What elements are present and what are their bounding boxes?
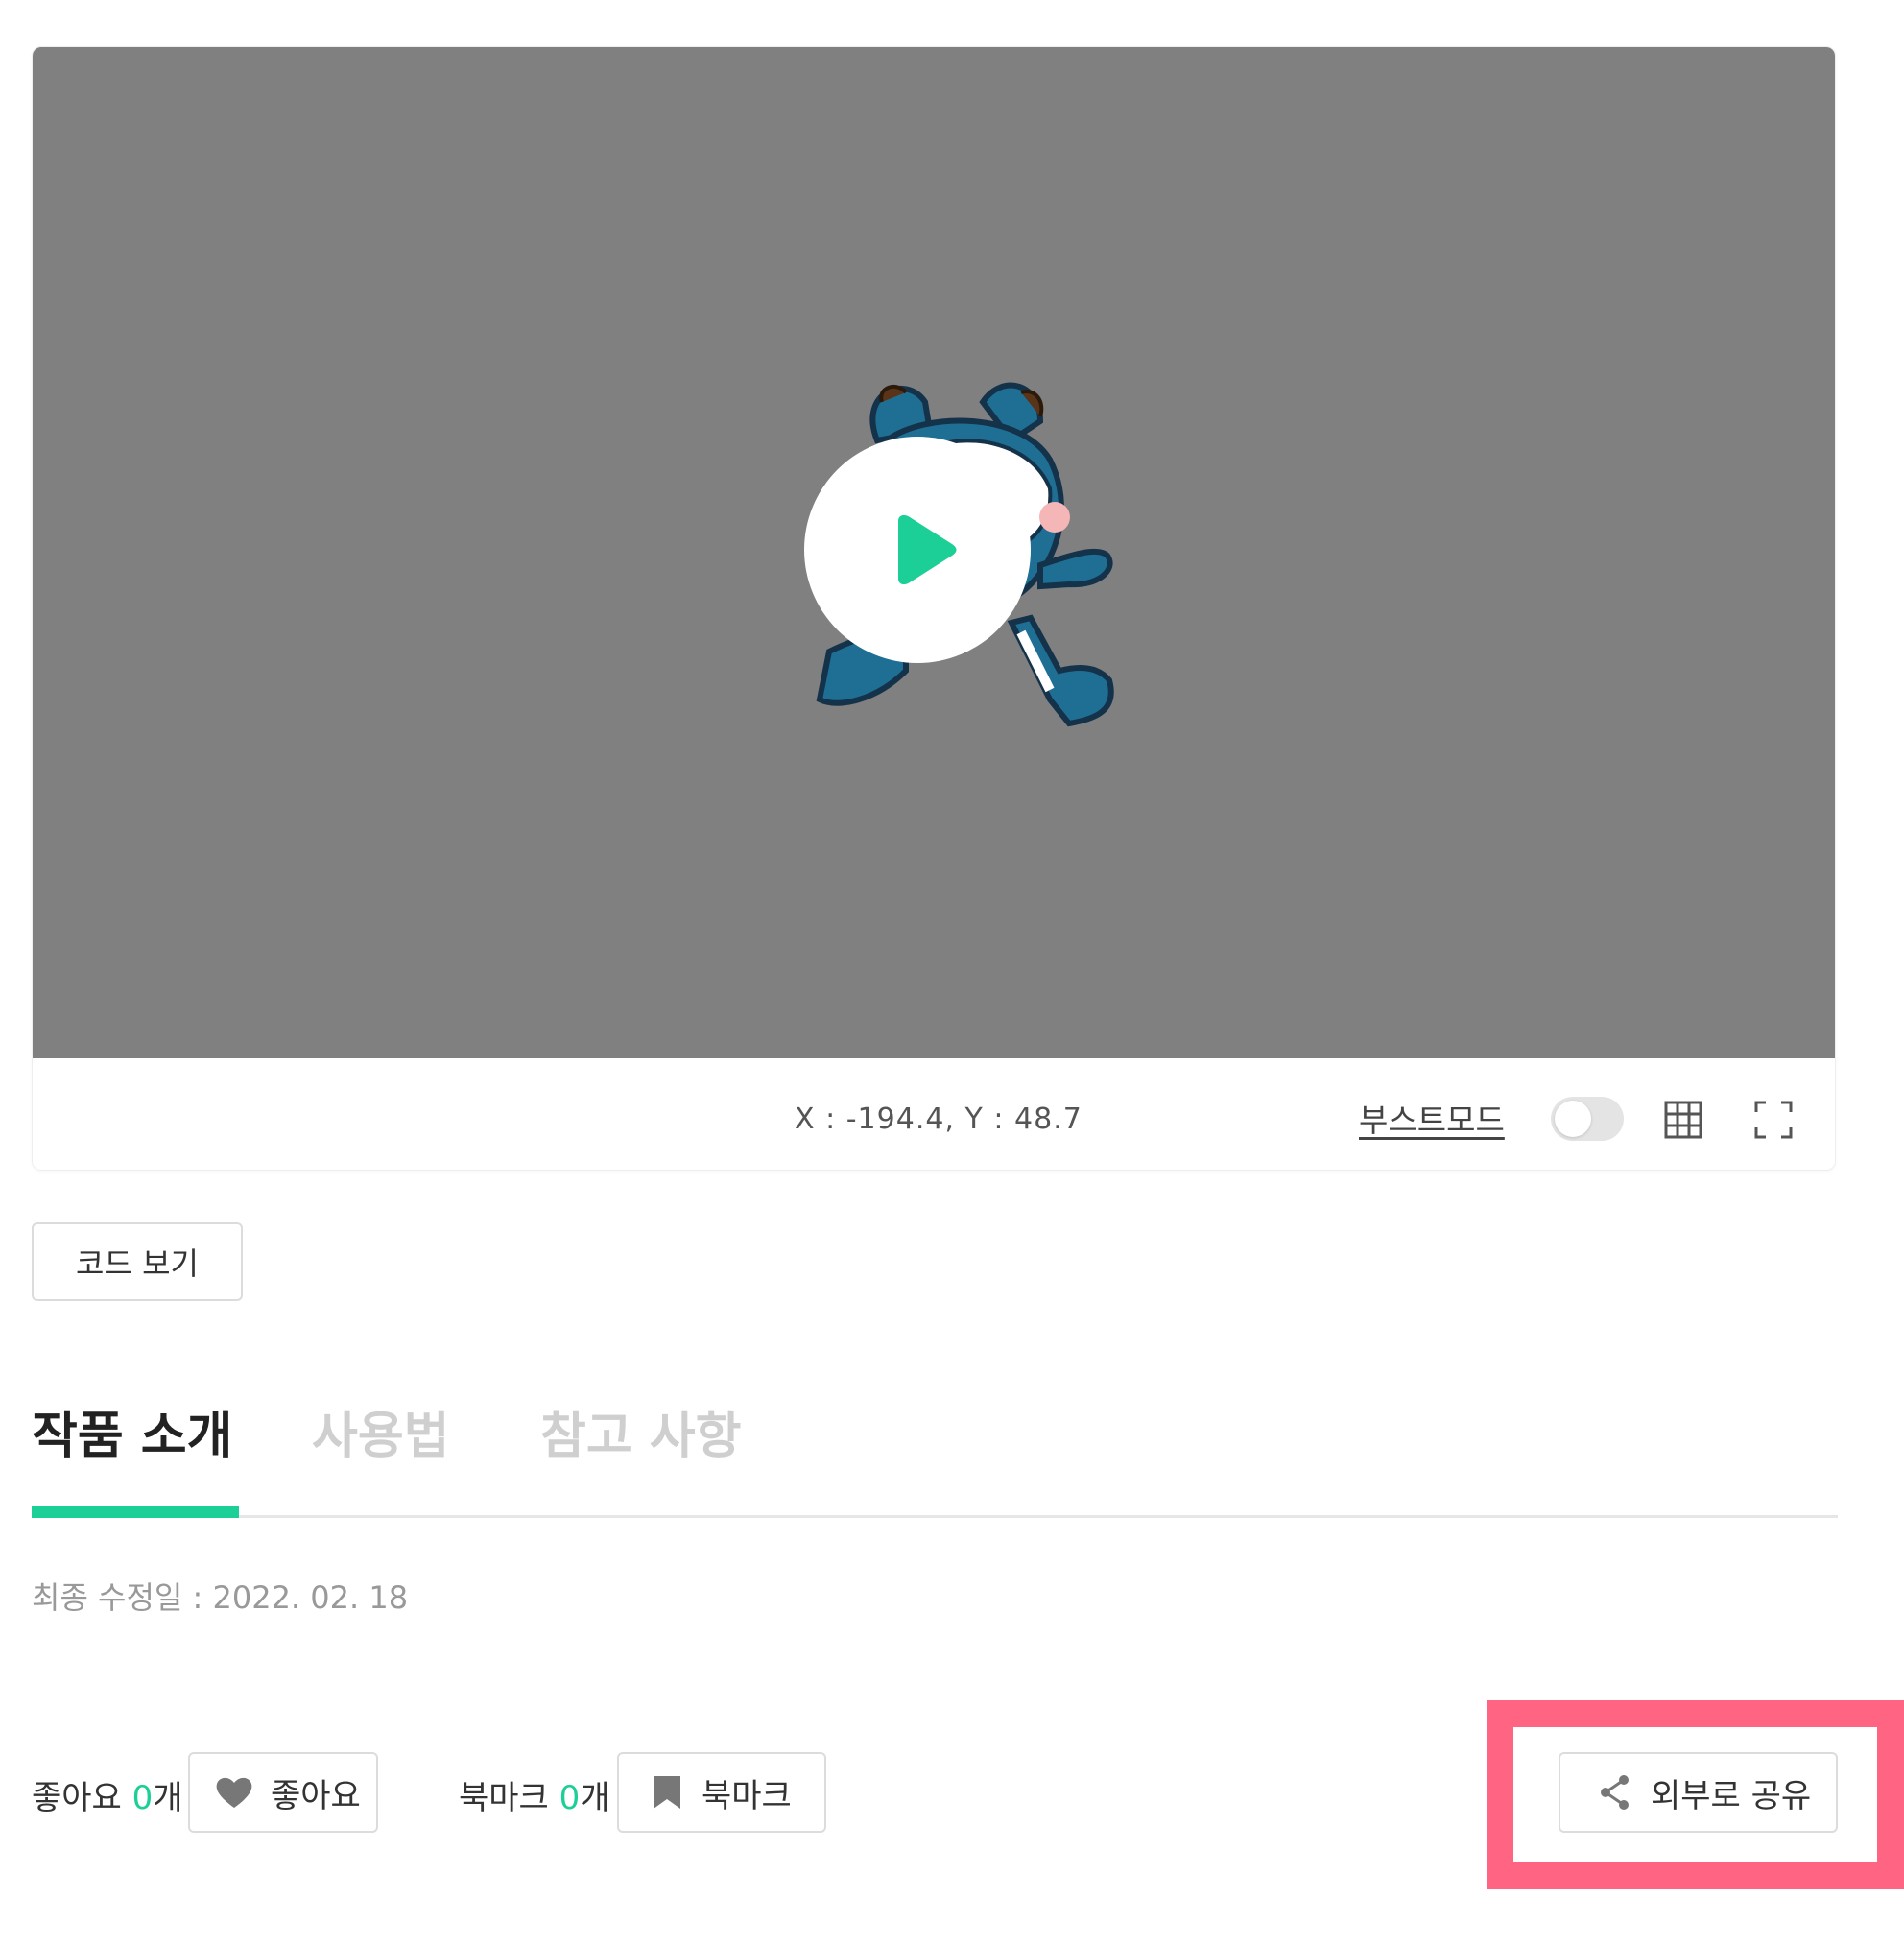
- project-player: X : -194.4, Y : 48.7 부스트모드: [32, 46, 1836, 1171]
- bookmark-button-label: 북마크: [702, 1776, 792, 1815]
- like-count: 0: [131, 1779, 154, 1817]
- share-button-label: 외부로 공유: [1651, 1776, 1812, 1815]
- grid-icon[interactable]: [1664, 1101, 1702, 1139]
- heart-icon: [216, 1777, 252, 1808]
- boost-mode-label[interactable]: 부스트모드: [1359, 1095, 1505, 1141]
- bookmark-count-label: 북마크 0개: [459, 1771, 610, 1818]
- project-tabs: 작품 소개 사용법 참고 사항: [32, 1382, 1838, 1518]
- fullscreen-icon[interactable]: [1754, 1101, 1793, 1139]
- toggle-knob: [1555, 1101, 1591, 1137]
- mouse-coordinates: X : -194.4, Y : 48.7: [795, 1102, 1083, 1136]
- tab-usage[interactable]: 사용법: [312, 1395, 450, 1467]
- share-icon: [1601, 1775, 1629, 1810]
- active-tab-indicator: [32, 1506, 239, 1518]
- like-button[interactable]: 좋아요: [188, 1752, 378, 1833]
- boost-mode-toggle[interactable]: [1551, 1097, 1624, 1141]
- play-icon: [898, 515, 957, 584]
- bookmark-button[interactable]: 북마크: [617, 1752, 826, 1833]
- like-label-text: 좋아요: [32, 1779, 122, 1817]
- like-unit: 개: [153, 1779, 183, 1817]
- last-modified-date: 최종 수정일 : 2022. 02. 18: [32, 1579, 409, 1616]
- like-count-label: 좋아요 0개: [32, 1771, 183, 1818]
- bookmark-unit: 개: [580, 1779, 610, 1817]
- like-button-label: 좋아요: [271, 1776, 361, 1815]
- bookmark-count: 0: [559, 1779, 581, 1817]
- bookmark-icon: [654, 1776, 680, 1809]
- play-button[interactable]: [804, 437, 1031, 663]
- stage-canvas[interactable]: [33, 47, 1835, 1058]
- share-external-button[interactable]: 외부로 공유: [1559, 1752, 1838, 1833]
- player-control-bar: X : -194.4, Y : 48.7 부스트모드: [33, 1058, 1835, 1170]
- tab-notes[interactable]: 참고 사항: [540, 1395, 741, 1467]
- tab-project-intro[interactable]: 작품 소개: [32, 1395, 232, 1467]
- code-view-button[interactable]: 코드 보기: [32, 1222, 243, 1301]
- bookmark-label-text: 북마크: [459, 1779, 549, 1817]
